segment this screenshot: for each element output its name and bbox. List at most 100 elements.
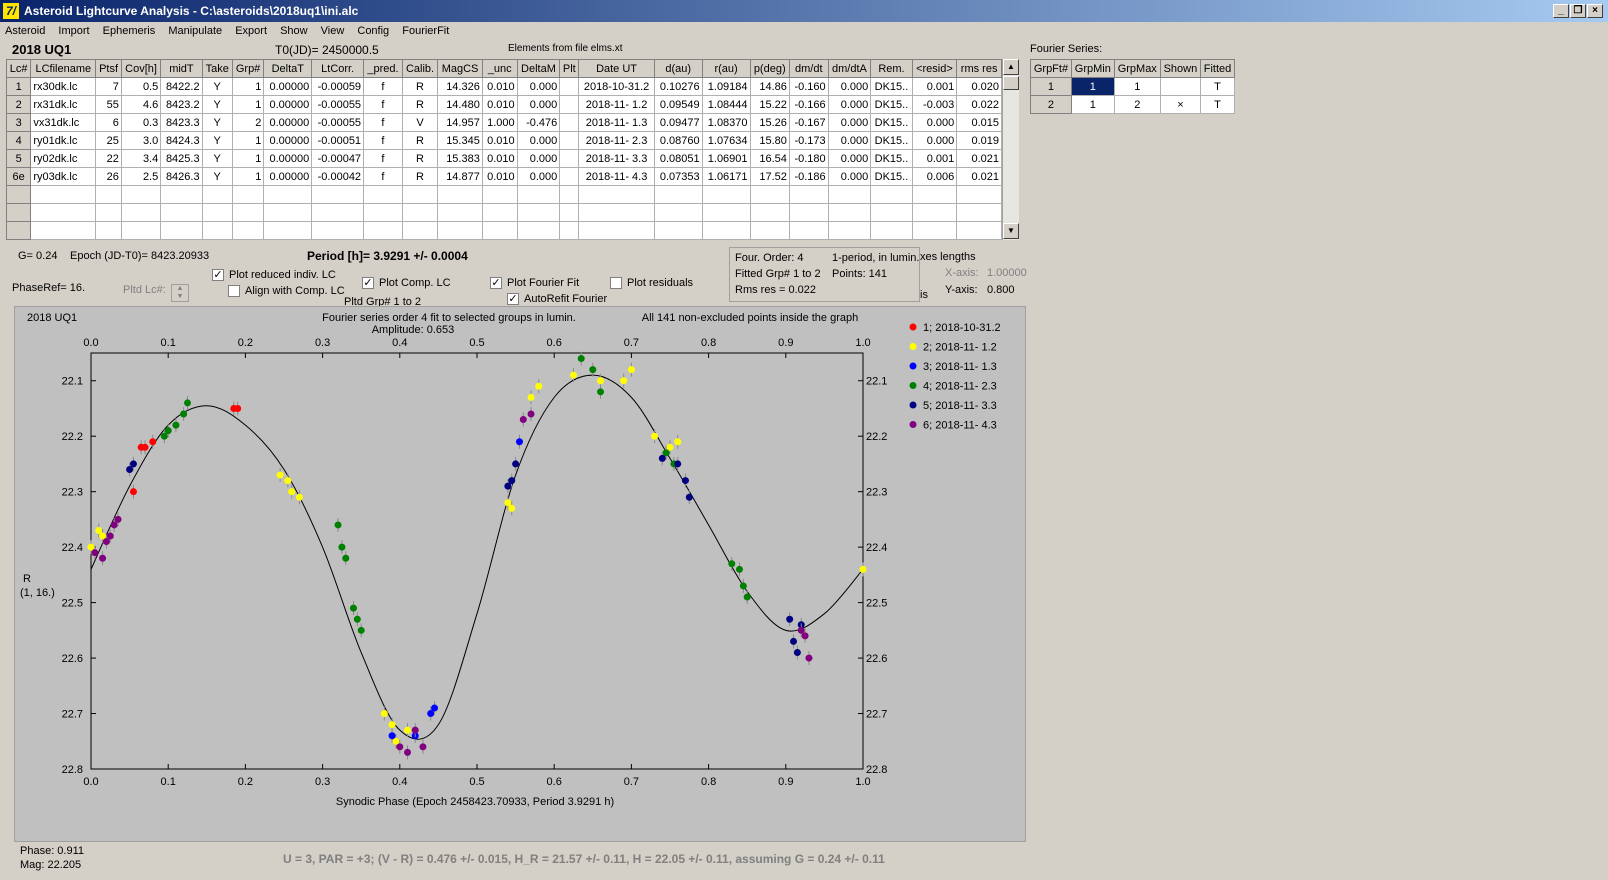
table-cell[interactable]: 0.010 [481, 77, 518, 96]
table-cell[interactable]: 14.957 [437, 113, 483, 132]
table-cell[interactable]: 8424.3 [160, 131, 203, 150]
table-cell[interactable]: R [401, 149, 439, 168]
table-cell[interactable]: 2018-11- 1.2 [578, 95, 655, 114]
table-cell[interactable]: -0.160 [788, 77, 829, 96]
row-header[interactable]: 4 [5, 131, 32, 150]
table-cell[interactable]: -0.186 [788, 167, 829, 186]
table-cell[interactable]: 2018-11- 1.3 [578, 113, 655, 132]
table-cell[interactable] [311, 185, 365, 204]
table-cell[interactable] [481, 185, 518, 204]
table-cell[interactable] [956, 221, 1002, 240]
table-cell[interactable]: -0.00051 [311, 131, 365, 150]
row-header[interactable]: 1 [5, 77, 32, 96]
table-cell[interactable] [559, 221, 580, 240]
table-cell[interactable]: 0.001 [911, 77, 958, 96]
column-header[interactable]: _unc [481, 59, 518, 78]
column-header[interactable]: GrpFt# [1030, 59, 1072, 78]
column-header[interactable]: MagCS [437, 59, 483, 78]
restore-button[interactable]: ❐ [1570, 4, 1586, 18]
table-cell[interactable]: 1 [1070, 95, 1115, 114]
table-cell[interactable] [870, 203, 913, 222]
table-cell[interactable]: 1 [231, 131, 265, 150]
table-cell[interactable] [956, 203, 1002, 222]
scroll-up-icon[interactable]: ▲ [1003, 59, 1019, 75]
row-header[interactable]: 6e [5, 167, 32, 186]
table-cell[interactable] [231, 221, 265, 240]
table-cell[interactable]: DK15.. [870, 95, 913, 114]
table-cell[interactable]: 8423.3 [160, 113, 203, 132]
row-header[interactable]: 5 [5, 149, 32, 168]
table-row[interactable]: 4 ry01dk.lc 25 3.0 8424.3 Y 1 0.00000 -0.00051 f R… [5, 131, 1002, 150]
table-cell[interactable] [481, 203, 518, 222]
table-cell[interactable]: 0.00000 [263, 167, 313, 186]
table-cell[interactable]: 0.010 [481, 95, 518, 114]
table-cell[interactable] [788, 221, 829, 240]
table-cell[interactable]: 1.07634 [701, 131, 751, 150]
table-cell[interactable]: 0.07353 [653, 167, 703, 186]
column-header[interactable]: Plt [559, 59, 580, 78]
table-cell[interactable]: T [1200, 77, 1235, 96]
table-cell[interactable]: rx31dk.lc [30, 95, 97, 114]
table-cell[interactable]: -0.173 [788, 131, 829, 150]
y-axis-value[interactable]: 0.800 [987, 284, 1015, 296]
table-row[interactable]: 6e ry03dk.lc 26 2.5 8426.3 Y 1 0.00000 -0.00042 f… [5, 167, 1002, 186]
table-cell[interactable] [516, 185, 561, 204]
table-cell[interactable] [516, 221, 561, 240]
row-header[interactable] [5, 221, 32, 240]
table-cell[interactable]: Y [201, 77, 233, 96]
table-cell[interactable]: 14.877 [437, 167, 483, 186]
table-cell[interactable] [749, 203, 790, 222]
table-cell[interactable]: 2 [1113, 95, 1161, 114]
table-cell[interactable]: -0.167 [788, 113, 829, 132]
scroll-thumb[interactable] [1003, 76, 1019, 90]
table-cell[interactable] [401, 221, 439, 240]
table-cell[interactable] [559, 149, 580, 168]
table-cell[interactable]: 0.09549 [653, 95, 703, 114]
table-cell[interactable]: 2 [231, 113, 265, 132]
table-cell[interactable] [401, 203, 439, 222]
table-cell[interactable]: 4.6 [120, 95, 162, 114]
table-cell[interactable]: R [401, 77, 439, 96]
table-cell[interactable] [911, 185, 958, 204]
table-cell[interactable]: 15.26 [749, 113, 790, 132]
table-cell[interactable]: 2.5 [120, 167, 162, 186]
column-header[interactable]: Lc# [5, 59, 32, 78]
table-cell[interactable]: vx31dk.lc [30, 113, 97, 132]
table-cell[interactable]: R [401, 131, 439, 150]
table-cell[interactable]: 1 [231, 167, 265, 186]
table-cell[interactable]: 8426.3 [160, 167, 203, 186]
pltd-lc-spinner[interactable]: ▲ ▼ [171, 284, 189, 302]
table-cell[interactable] [160, 185, 203, 204]
table-cell[interactable] [559, 185, 580, 204]
table-row[interactable]: 5 ry02dk.lc 22 3.4 8425.3 Y 1 0.00000 -0.00047 f R… [5, 149, 1002, 168]
column-header[interactable]: LCfilename [30, 59, 97, 78]
table-cell[interactable] [578, 221, 655, 240]
menu-export[interactable]: Export [230, 22, 272, 37]
table-cell[interactable]: -0.00047 [311, 149, 365, 168]
column-header[interactable]: p(deg) [749, 59, 790, 78]
column-header[interactable]: dm/dtA [827, 59, 872, 78]
table-cell[interactable]: 0.00000 [263, 95, 313, 114]
table-cell[interactable] [559, 203, 580, 222]
table-cell[interactable]: 1.08444 [701, 95, 751, 114]
table-cell[interactable]: 0.09477 [653, 113, 703, 132]
table-cell[interactable] [201, 203, 233, 222]
table-cell[interactable]: f [363, 149, 403, 168]
row-header[interactable]: 3 [5, 113, 32, 132]
table-cell[interactable]: 0.000 [827, 149, 872, 168]
table-cell[interactable]: 16.54 [749, 149, 790, 168]
table-cell[interactable] [911, 221, 958, 240]
align-comp-checkbox[interactable]: Align with Comp. LC [228, 285, 345, 298]
table-cell[interactable] [437, 221, 483, 240]
table-cell[interactable]: 6 [95, 113, 122, 132]
table-cell[interactable] [363, 221, 403, 240]
table-cell[interactable]: 0.000 [827, 113, 872, 132]
table-row[interactable]: 3 vx31dk.lc 6 0.3 8423.3 Y 2 0.00000 -0.00055 f V 1… [5, 113, 1002, 132]
table-cell[interactable] [788, 185, 829, 204]
table-cell[interactable]: V [401, 113, 439, 132]
table-cell[interactable]: 1 [231, 77, 265, 96]
table-cell[interactable] [363, 185, 403, 204]
table-cell[interactable]: Y [201, 95, 233, 114]
table-cell[interactable]: 0.00000 [263, 149, 313, 168]
table-cell[interactable]: 15.345 [437, 131, 483, 150]
